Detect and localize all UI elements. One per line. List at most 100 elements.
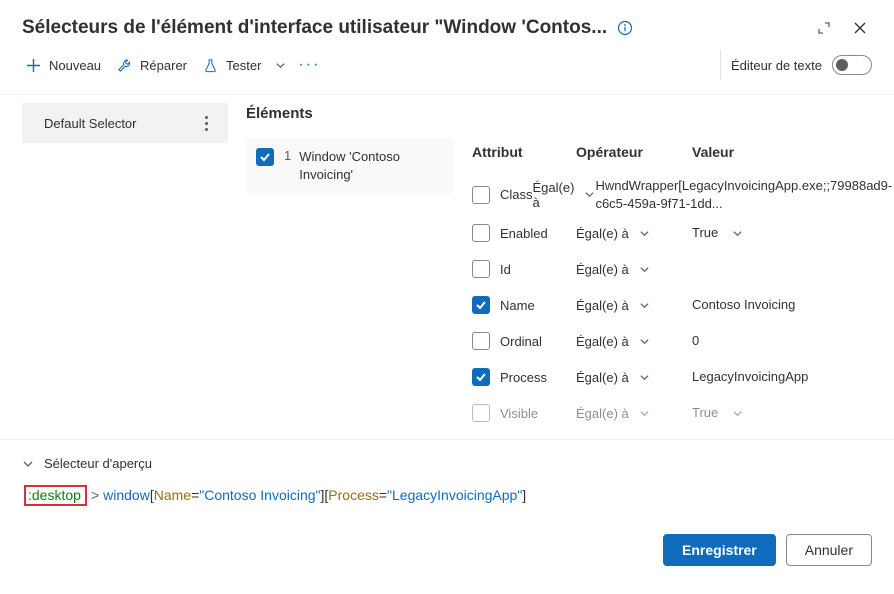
expand-icon[interactable] — [806, 14, 842, 42]
elements-heading: Éléments — [246, 105, 894, 122]
element-item[interactable]: 1 Window 'Contoso Invoicing' — [246, 138, 454, 193]
chevron-down-icon — [22, 458, 34, 470]
operator-dropdown[interactable]: Égal(e) à — [576, 298, 692, 313]
chevron-down-icon — [639, 264, 650, 275]
selector-item[interactable]: Default Selector — [22, 103, 228, 143]
info-icon[interactable] — [617, 20, 633, 36]
operator-label: Égal(e) à — [576, 262, 629, 277]
value-cell[interactable]: True — [692, 404, 894, 422]
operator-dropdown[interactable]: Égal(e) à — [576, 406, 692, 421]
attr-name: Process — [500, 370, 547, 385]
value-text: LegacyInvoicingApp — [692, 368, 808, 386]
selectors-list: Default Selector — [0, 95, 228, 439]
attr-row: Process Égal(e) à LegacyInvoicingApp — [468, 359, 894, 395]
operator-dropdown[interactable]: Égal(e) à — [533, 180, 596, 210]
value-text: 0 — [692, 332, 699, 350]
chevron-down-icon — [639, 336, 650, 347]
attr-checkbox[interactable] — [472, 296, 490, 314]
operator-label: Égal(e) à — [576, 406, 629, 421]
operator-label: Égal(e) à — [576, 226, 629, 241]
tok-desktop: :desktop — [28, 487, 81, 503]
attr-name: Ordinal — [500, 334, 542, 349]
repair-button[interactable]: Réparer — [109, 52, 195, 79]
tok-proc-attr: Process — [328, 487, 379, 503]
toolbar: Nouveau Réparer Tester ··· Éditeur de te… — [0, 46, 894, 95]
value-text: HwndWrapper[LegacyInvoicingApp.exe;;7998… — [595, 177, 892, 212]
chevron-down-icon — [732, 408, 743, 419]
operator-label: Égal(e) à — [576, 298, 629, 313]
attr-checkbox[interactable] — [472, 186, 490, 204]
chevron-down-icon — [639, 372, 650, 383]
attr-row: Ordinal Égal(e) à 0 — [468, 323, 894, 359]
tok-proc-val: "LegacyInvoicingApp" — [387, 487, 522, 503]
text-editor-toggle[interactable] — [832, 55, 872, 75]
chevron-down-icon — [639, 408, 650, 419]
value-cell[interactable]: HwndWrapper[LegacyInvoicingApp.exe;;7998… — [595, 177, 894, 212]
titlebar: Sélecteurs de l'élément d'interface util… — [0, 0, 894, 46]
chevron-down-icon — [584, 189, 595, 200]
tok-name-val: "Contoso Invoicing" — [199, 487, 320, 503]
attr-name: Visible — [500, 406, 538, 421]
kebab-icon[interactable] — [194, 116, 218, 131]
operator-dropdown[interactable]: Égal(e) à — [576, 262, 692, 277]
col-value: Valeur — [692, 144, 894, 160]
attr-name: Enabled — [500, 226, 548, 241]
value-text: Contoso Invoicing — [692, 296, 795, 314]
more-icon[interactable]: ··· — [292, 52, 326, 78]
repair-label: Réparer — [140, 58, 187, 73]
element-index: 1 — [284, 148, 291, 163]
attr-checkbox[interactable] — [472, 332, 490, 350]
value-cell[interactable]: LegacyInvoicingApp — [692, 368, 894, 386]
preview-panel: Sélecteur d'aperçu :desktop>window[Name=… — [0, 439, 894, 526]
operator-dropdown[interactable]: Égal(e) à — [576, 334, 692, 349]
chevron-down-icon — [639, 300, 650, 311]
attr-row: Id Égal(e) à — [468, 251, 894, 287]
attr-checkbox[interactable] — [472, 260, 490, 278]
attr-row: Name Égal(e) à Contoso Invoicing — [468, 287, 894, 323]
tok-name-attr: Name — [154, 487, 191, 503]
element-label: Window 'Contoso Invoicing' — [299, 148, 444, 183]
separator — [720, 50, 721, 80]
attr-checkbox[interactable] — [472, 368, 490, 386]
selector-name: Default Selector — [44, 116, 137, 131]
tok-window: window — [103, 487, 150, 503]
operator-label: Égal(e) à — [576, 370, 629, 385]
chevron-down-icon — [732, 228, 743, 239]
test-button[interactable]: Tester — [195, 52, 269, 79]
value-cell[interactable]: 0 — [692, 332, 894, 350]
attr-row: ClassÉgal(e) à HwndWrapper[LegacyInvoicin… — [468, 174, 894, 215]
attr-name: Id — [500, 262, 511, 277]
selector-preview-code: :desktop>window[Name="Contoso Invoicing"… — [22, 481, 872, 520]
test-split-chevron[interactable] — [269, 54, 292, 77]
new-button[interactable]: Nouveau — [18, 52, 109, 79]
attr-row: Visible Égal(e) à True — [468, 395, 894, 431]
attr-checkbox[interactable] — [472, 224, 490, 242]
cancel-button[interactable]: Annuler — [786, 534, 872, 566]
value-cell[interactable]: Contoso Invoicing — [692, 296, 894, 314]
wrench-icon — [117, 58, 132, 73]
operator-label: Égal(e) à — [576, 334, 629, 349]
tok-arrow: > — [87, 487, 103, 503]
element-checkbox[interactable] — [256, 148, 274, 166]
attr-checkbox[interactable] — [472, 404, 490, 422]
value-cell[interactable]: True — [692, 224, 894, 242]
value-text: True — [692, 224, 718, 242]
plus-icon — [26, 58, 41, 73]
preview-label: Sélecteur d'aperçu — [44, 456, 152, 471]
elements-list: 1 Window 'Contoso Invoicing' — [246, 138, 454, 439]
operator-dropdown[interactable]: Égal(e) à — [576, 370, 692, 385]
chevron-down-icon — [639, 228, 650, 239]
save-button[interactable]: Enregistrer — [663, 534, 776, 566]
text-editor-label: Éditeur de texte — [731, 58, 822, 73]
close-icon[interactable] — [842, 14, 878, 42]
col-attribute: Attribut — [468, 144, 576, 160]
attr-name: Class — [500, 187, 533, 202]
new-label: Nouveau — [49, 58, 101, 73]
preview-toggle[interactable]: Sélecteur d'aperçu — [22, 450, 872, 481]
operator-dropdown[interactable]: Égal(e) à — [576, 226, 692, 241]
flask-icon — [203, 58, 218, 73]
col-operator: Opérateur — [576, 144, 692, 160]
attr-name: Name — [500, 298, 535, 313]
operator-label: Égal(e) à — [533, 180, 575, 210]
attr-row: Enabled Égal(e) à True — [468, 215, 894, 251]
